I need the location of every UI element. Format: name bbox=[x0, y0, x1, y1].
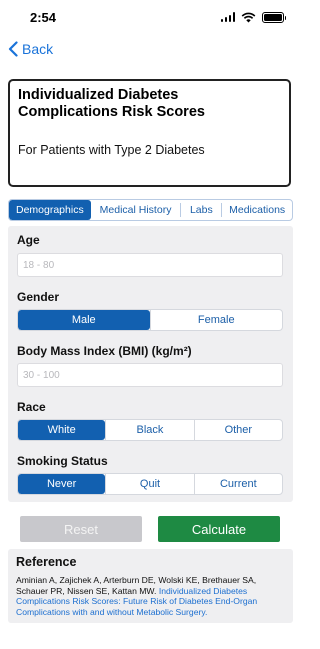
calculate-button[interactable]: Calculate bbox=[158, 516, 280, 542]
section-tabs: Demographics Medical History Labs Medica… bbox=[8, 199, 293, 221]
bmi-label: Body Mass Index (BMI) (kg/m²) bbox=[17, 344, 192, 358]
page-title: Individualized Diabetes Complications Ri… bbox=[18, 87, 205, 120]
reference-citation: Aminian A, Zajichek A, Arterburn DE, Wol… bbox=[16, 575, 285, 617]
page-subtitle: For Patients with Type 2 Diabetes bbox=[18, 143, 205, 157]
status-icons bbox=[220, 11, 286, 23]
back-button[interactable]: Back bbox=[8, 41, 53, 57]
reference-title: Reference bbox=[16, 555, 77, 569]
status-time: 2:54 bbox=[30, 9, 57, 25]
battery-icon bbox=[262, 11, 286, 23]
smoking-option-never[interactable]: Never bbox=[18, 474, 106, 494]
demographics-form: Age Gender Male Female Body Mass Index (… bbox=[8, 226, 293, 502]
status-bar: 2:54 bbox=[0, 0, 300, 34]
tab-labs[interactable]: Labs bbox=[181, 200, 221, 220]
back-label: Back bbox=[22, 41, 54, 57]
race-option-white[interactable]: White bbox=[18, 420, 106, 440]
tab-demographics[interactable]: Demographics bbox=[9, 200, 91, 220]
signal-icon bbox=[220, 12, 235, 22]
title-card: Individualized Diabetes Complications Ri… bbox=[8, 79, 291, 187]
smoking-label: Smoking Status bbox=[17, 454, 108, 468]
race-label: Race bbox=[17, 400, 46, 414]
back-chevron-icon bbox=[8, 41, 18, 57]
tab-medications[interactable]: Medications bbox=[222, 200, 292, 220]
race-option-other[interactable]: Other bbox=[193, 420, 282, 440]
gender-selector: Male Female bbox=[17, 309, 283, 331]
smoking-option-current[interactable]: Current bbox=[193, 474, 282, 494]
reset-button[interactable]: Reset bbox=[20, 516, 142, 542]
bmi-input[interactable] bbox=[17, 363, 283, 387]
race-option-black[interactable]: Black bbox=[105, 420, 193, 440]
wifi-icon bbox=[241, 12, 256, 22]
gender-option-female[interactable]: Female bbox=[149, 310, 283, 330]
gender-option-male[interactable]: Male bbox=[18, 310, 150, 330]
race-selector: White Black Other bbox=[17, 419, 283, 441]
smoking-selector: Never Quit Current bbox=[17, 473, 283, 495]
tab-medical-history[interactable]: Medical History bbox=[91, 200, 181, 220]
nav-bar: Back bbox=[0, 34, 300, 64]
gender-label: Gender bbox=[17, 290, 60, 304]
reference-section: Reference Aminian A, Zajichek A, Arterbu… bbox=[8, 549, 293, 623]
smoking-option-quit[interactable]: Quit bbox=[105, 474, 193, 494]
age-input[interactable] bbox=[17, 253, 283, 277]
age-label: Age bbox=[17, 233, 40, 247]
